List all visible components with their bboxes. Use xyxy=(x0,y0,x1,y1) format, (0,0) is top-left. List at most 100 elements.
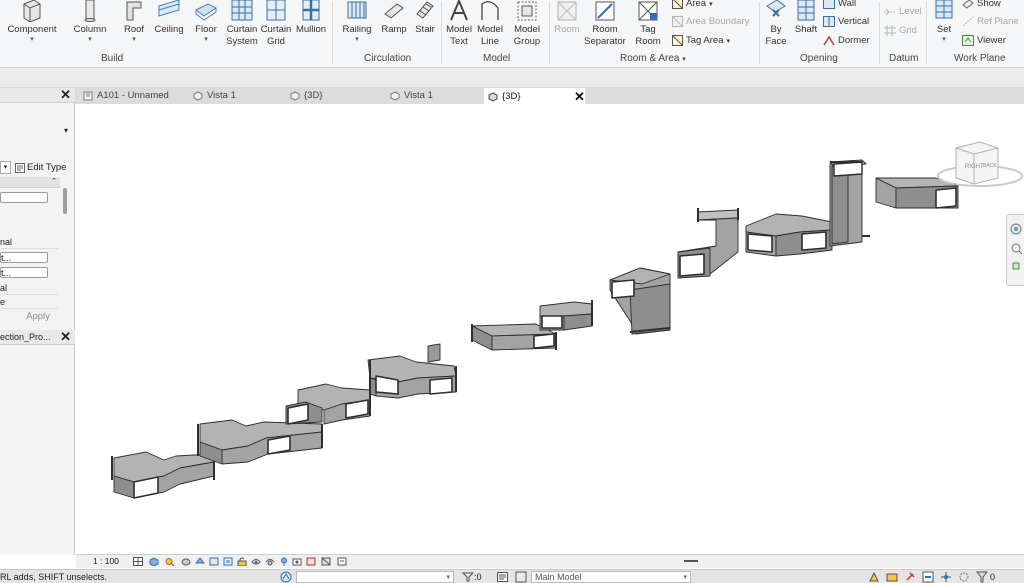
location-icon[interactable] xyxy=(279,557,289,566)
select-by-face-icon[interactable] xyxy=(922,571,934,583)
model-group-button[interactable]: Model Group xyxy=(508,0,546,48)
shaft-button[interactable]: Shaft xyxy=(792,0,820,36)
close-icon[interactable]: ✕ xyxy=(60,88,71,102)
drag-elements-icon[interactable] xyxy=(940,571,952,583)
duct-fitting-3[interactable] xyxy=(285,383,371,425)
filter-selection-icon[interactable] xyxy=(976,571,988,583)
temporary-hide-icon[interactable] xyxy=(251,557,261,566)
component-button[interactable]: Component ▾ xyxy=(6,0,58,44)
properties-scrollbar[interactable] xyxy=(63,188,67,214)
close-tab-icon[interactable]: ✕ xyxy=(574,89,585,105)
worksharing-display-icon[interactable] xyxy=(292,557,302,566)
ceiling-button[interactable]: Ceiling xyxy=(153,0,185,36)
show-workplane-button[interactable]: Show xyxy=(962,0,1001,9)
floor-button[interactable]: Floor ▾ xyxy=(190,0,222,44)
sun-path-icon[interactable] xyxy=(165,557,175,566)
duct-fitting-2[interactable] xyxy=(197,419,323,465)
grid-label: Grid xyxy=(899,25,917,36)
curtain-grid-button[interactable]: Curtain Grid xyxy=(259,0,293,48)
ramp-button[interactable]: Ramp xyxy=(379,0,409,36)
collapse-icon[interactable]: ⌃ xyxy=(51,177,57,187)
ribbon-footer-band xyxy=(0,68,1024,88)
steering-wheel-icon[interactable] xyxy=(1010,223,1022,235)
tab-vista-1-b[interactable]: Vista 1 xyxy=(386,88,486,104)
viewer-button[interactable]: Viewer xyxy=(962,35,1006,46)
reveal-hidden-icon[interactable] xyxy=(265,557,275,566)
duct-fitting-6[interactable] xyxy=(539,300,593,331)
room-separator-button[interactable]: Room Separator xyxy=(583,0,627,48)
vertical-opening-button[interactable]: Vertical xyxy=(823,16,869,27)
chevron-down-icon: ▾ xyxy=(446,574,450,581)
instance-filter-combo[interactable]: ▾ xyxy=(0,161,11,174)
area-button[interactable]: Area ▾ xyxy=(672,0,713,9)
view-scale[interactable]: 1 : 100 xyxy=(93,555,119,568)
viewcube[interactable]: RIGHT BACK xyxy=(937,141,1023,187)
duct-fitting-1[interactable] xyxy=(111,451,215,499)
chevron-down-icon[interactable]: ▾ xyxy=(682,56,686,63)
railing-button[interactable]: Railing ▾ xyxy=(338,0,376,44)
tab-vista-1[interactable]: Vista 1 xyxy=(189,88,289,104)
render-dialog-icon[interactable] xyxy=(195,557,205,566)
design-options-icon[interactable] xyxy=(497,572,508,582)
edit-type-button[interactable]: Edit Type xyxy=(15,161,66,174)
column-button[interactable]: Column ▾ xyxy=(70,0,110,44)
design-option-combo[interactable]: Main Model ▾ xyxy=(531,571,691,583)
tag-area-button[interactable]: Tag Area ▾ xyxy=(672,35,730,46)
properties-field-2[interactable]: t... xyxy=(0,267,48,278)
crop-view-icon[interactable] xyxy=(209,557,219,566)
analytical-model-icon[interactable] xyxy=(306,557,316,566)
mullion-button[interactable]: Mullion xyxy=(294,0,328,36)
duct-fitting-4[interactable] xyxy=(367,343,457,399)
tab-3d-active[interactable]: {3D} ✕ xyxy=(484,88,585,105)
3d-viewport[interactable]: RIGHT BACK xyxy=(76,104,1024,554)
zoom-fit-icon[interactable] xyxy=(1012,262,1020,270)
select-underlay-icon[interactable] xyxy=(886,571,898,583)
model-text-button[interactable]: Model Text xyxy=(444,0,474,48)
editable-only-icon[interactable] xyxy=(515,571,527,583)
stair-button[interactable]: Stair xyxy=(411,0,439,36)
highlight-displacement-icon[interactable] xyxy=(321,557,331,566)
duct-model-scene[interactable]: RIGHT BACK xyxy=(76,104,1024,554)
tab-a101-unnamed[interactable]: A101 - Unnamed xyxy=(79,88,189,104)
ref-plane-button[interactable]: Ref Plane xyxy=(962,16,1019,27)
apply-button[interactable]: Apply xyxy=(14,310,62,324)
properties-field-0[interactable] xyxy=(0,192,48,203)
level-button[interactable]: Level xyxy=(884,6,922,17)
work-plane-panel-label: Work Plane xyxy=(954,53,1006,64)
grid-button[interactable]: Grid xyxy=(884,25,917,36)
duct-tee-9[interactable] xyxy=(745,159,870,257)
roof-button[interactable]: Roof ▾ xyxy=(118,0,150,44)
reveal-constraints-icon[interactable] xyxy=(337,557,347,566)
curtain-system-button[interactable]: Curtain System xyxy=(225,0,259,48)
dormer-button[interactable]: Dormer xyxy=(823,35,870,46)
visual-style-icon[interactable] xyxy=(149,557,159,566)
room-button[interactable]: Room xyxy=(551,0,583,36)
filter-icon[interactable] xyxy=(462,572,474,582)
type-selector-dropdown-icon[interactable]: ▾ xyxy=(64,126,68,135)
background-processes-icon[interactable] xyxy=(958,571,970,583)
viewbar-scroll-handle[interactable] xyxy=(684,560,698,562)
unlocked-3d-view-icon[interactable] xyxy=(237,557,247,566)
tag-room-button[interactable]: Tag Room xyxy=(631,0,665,48)
zoom-icon[interactable] xyxy=(1011,243,1023,255)
close-icon[interactable]: ✕ xyxy=(60,330,71,344)
tag-area-icon xyxy=(672,35,683,46)
set-workplane-button[interactable]: Set ▾ xyxy=(929,0,959,44)
model-group-label-1: Model xyxy=(514,24,540,35)
model-line-button[interactable]: Model Line xyxy=(475,0,505,48)
properties-field-1[interactable]: t... xyxy=(0,252,48,263)
by-face-button[interactable]: By Face xyxy=(762,0,790,48)
duct-fitting-8[interactable] xyxy=(677,208,739,279)
select-links-icon[interactable] xyxy=(868,571,880,583)
worksets-icon[interactable] xyxy=(280,571,292,583)
select-pinned-icon[interactable] xyxy=(904,571,916,583)
duct-elbow-7[interactable] xyxy=(609,267,671,335)
area-boundary-button[interactable]: Area Boundary xyxy=(672,16,749,27)
tab-3d[interactable]: {3D} xyxy=(286,88,386,104)
mullion-label: Mullion xyxy=(295,24,327,35)
wall-opening-button[interactable]: Wall xyxy=(823,0,856,9)
shadows-icon[interactable] xyxy=(181,557,191,566)
show-crop-region-icon[interactable] xyxy=(223,557,233,566)
active-workset-combo[interactable]: ▾ xyxy=(296,571,454,583)
detail-level-icon[interactable] xyxy=(133,557,143,566)
